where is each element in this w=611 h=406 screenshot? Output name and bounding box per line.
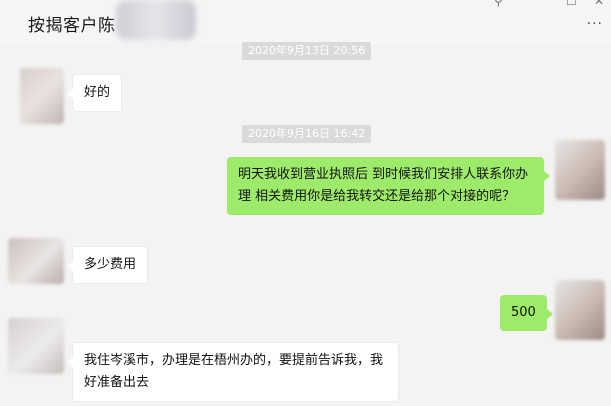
contact-avatar[interactable] <box>20 68 64 124</box>
contact-avatar[interactable] <box>8 238 64 284</box>
more-icon[interactable]: ··· <box>587 16 603 32</box>
chat-header: 按揭客户陈 ⚲ — ☐ ✕ ··· <box>0 0 611 44</box>
title-blurred-region <box>116 0 196 40</box>
message-bubble-incoming: 我住岑溪市，办理是在梧州办的，要提前告诉我，我好准备出去 <box>67 342 399 402</box>
maximize-icon[interactable]: ☐ <box>566 0 577 8</box>
message-bubble-incoming: 多少费用 <box>66 246 149 284</box>
timestamp: 2020年9月16日 16:42 <box>242 125 372 143</box>
message-bubble-outgoing: 500 <box>500 295 553 331</box>
contact-avatar[interactable] <box>8 318 64 374</box>
pin-icon[interactable]: ⚲ <box>494 0 503 8</box>
my-avatar[interactable] <box>555 140 605 200</box>
close-icon[interactable]: ✕ <box>594 0 604 8</box>
minimize-icon[interactable]: — <box>528 0 540 6</box>
message-bubble-incoming: 好的 <box>66 74 123 112</box>
my-avatar[interactable] <box>555 280 605 340</box>
message-bubble-outgoing: 明天我收到营业执照后 到时候我们安排人联系你办理 相关费用你是给我转交还是给那个… <box>227 157 550 215</box>
chat-title: 按揭客户陈 <box>28 16 116 36</box>
timestamp: 2020年9月13日 20:56 <box>242 42 372 60</box>
